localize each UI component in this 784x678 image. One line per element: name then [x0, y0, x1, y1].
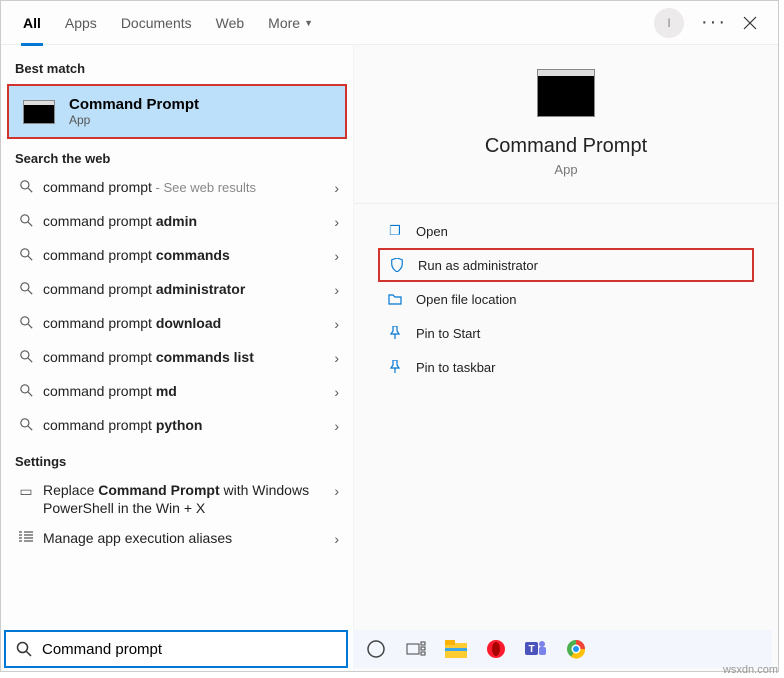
- tab-more[interactable]: More▼: [256, 1, 325, 45]
- chevron-right-icon: ›: [326, 246, 339, 264]
- best-match-title: Command Prompt: [69, 96, 199, 113]
- task-view-icon[interactable]: [403, 636, 429, 662]
- web-result[interactable]: command prompt - See web results ›: [1, 172, 353, 206]
- action-pin-taskbar[interactable]: Pin to taskbar: [378, 350, 754, 384]
- chevron-right-icon: ›: [326, 280, 339, 298]
- chevron-right-icon: ›: [326, 348, 339, 366]
- user-avatar-icon[interactable]: I: [654, 8, 684, 38]
- action-run-admin[interactable]: Run as administrator: [378, 248, 754, 282]
- search-icon: [15, 348, 37, 363]
- tab-web[interactable]: Web: [204, 1, 257, 45]
- file-explorer-icon[interactable]: [443, 636, 469, 662]
- tab-bar: All Apps Documents Web More▼ I ···: [1, 1, 778, 45]
- result-text: command prompt python: [43, 416, 326, 434]
- search-input[interactable]: [42, 641, 336, 658]
- chevron-right-icon: ›: [326, 382, 339, 400]
- pin-icon: [384, 326, 406, 340]
- result-text: command prompt md: [43, 382, 326, 400]
- taskbar: T: [353, 630, 772, 668]
- close-button[interactable]: [732, 5, 768, 41]
- tab-all[interactable]: All: [11, 1, 53, 45]
- chevron-right-icon: ›: [326, 481, 339, 499]
- web-result[interactable]: command prompt commands ›: [1, 240, 353, 274]
- action-open[interactable]: ❐ Open: [378, 214, 754, 248]
- cortana-icon[interactable]: [363, 636, 389, 662]
- web-result[interactable]: command prompt commands list ›: [1, 342, 353, 376]
- chevron-right-icon: ›: [326, 529, 339, 547]
- chevron-right-icon: ›: [326, 212, 339, 230]
- tab-documents[interactable]: Documents: [109, 1, 204, 45]
- settings-replace-cmd[interactable]: ▭ Replace Command Prompt with Windows Po…: [1, 475, 353, 523]
- command-prompt-icon: [23, 100, 55, 124]
- web-result[interactable]: command prompt md ›: [1, 376, 353, 410]
- watermark: wsxdn.com: [723, 664, 778, 676]
- folder-icon: [384, 293, 406, 305]
- section-search-web: Search the web: [1, 141, 353, 172]
- search-icon: [15, 212, 37, 227]
- result-text: command prompt admin: [43, 212, 326, 230]
- shield-icon: [386, 258, 408, 272]
- search-box[interactable]: [4, 630, 348, 668]
- pin-icon: [384, 360, 406, 374]
- search-icon: [15, 178, 37, 193]
- result-text: Replace Command Prompt with Windows Powe…: [43, 481, 326, 517]
- more-options-button[interactable]: ···: [696, 5, 732, 41]
- command-prompt-icon: [537, 69, 595, 117]
- tab-apps[interactable]: Apps: [53, 1, 109, 45]
- web-result[interactable]: command prompt python ›: [1, 410, 353, 444]
- results-panel: Best match Command Prompt App Search the…: [1, 45, 353, 671]
- search-icon: [16, 641, 32, 657]
- window-icon: ▭: [15, 481, 37, 500]
- result-text: command prompt download: [43, 314, 326, 332]
- search-icon: [15, 246, 37, 261]
- search-icon: [15, 416, 37, 431]
- search-icon: [15, 314, 37, 329]
- settings-manage-aliases[interactable]: Manage app execution aliases ›: [1, 523, 353, 557]
- chevron-right-icon: ›: [326, 178, 339, 196]
- list-icon: [15, 529, 37, 543]
- action-open-location[interactable]: Open file location: [378, 282, 754, 316]
- web-result[interactable]: command prompt admin ›: [1, 206, 353, 240]
- preview-subtitle: App: [554, 162, 577, 177]
- section-best-match: Best match: [1, 51, 353, 82]
- opera-icon[interactable]: [483, 636, 509, 662]
- web-result[interactable]: command prompt administrator ›: [1, 274, 353, 308]
- result-text: command prompt commands: [43, 246, 326, 264]
- result-text: command prompt administrator: [43, 280, 326, 298]
- best-match-item[interactable]: Command Prompt App: [7, 84, 347, 139]
- best-match-subtitle: App: [69, 113, 199, 127]
- preview-panel: Command Prompt App ❐ Open Run as adminis…: [353, 45, 778, 671]
- web-result[interactable]: command prompt download ›: [1, 308, 353, 342]
- result-text: Manage app execution aliases: [43, 529, 326, 547]
- chrome-icon[interactable]: [563, 636, 589, 662]
- section-settings: Settings: [1, 444, 353, 475]
- chevron-down-icon: ▼: [304, 18, 313, 28]
- result-text: command prompt commands list: [43, 348, 326, 366]
- chevron-right-icon: ›: [326, 416, 339, 434]
- result-text: command prompt - See web results: [43, 178, 326, 197]
- preview-title: Command Prompt: [485, 135, 647, 158]
- svg-text:T: T: [528, 644, 534, 655]
- open-icon: ❐: [384, 223, 406, 239]
- chevron-right-icon: ›: [326, 314, 339, 332]
- search-icon: [15, 280, 37, 295]
- search-icon: [15, 382, 37, 397]
- teams-icon[interactable]: T: [523, 636, 549, 662]
- action-pin-start[interactable]: Pin to Start: [378, 316, 754, 350]
